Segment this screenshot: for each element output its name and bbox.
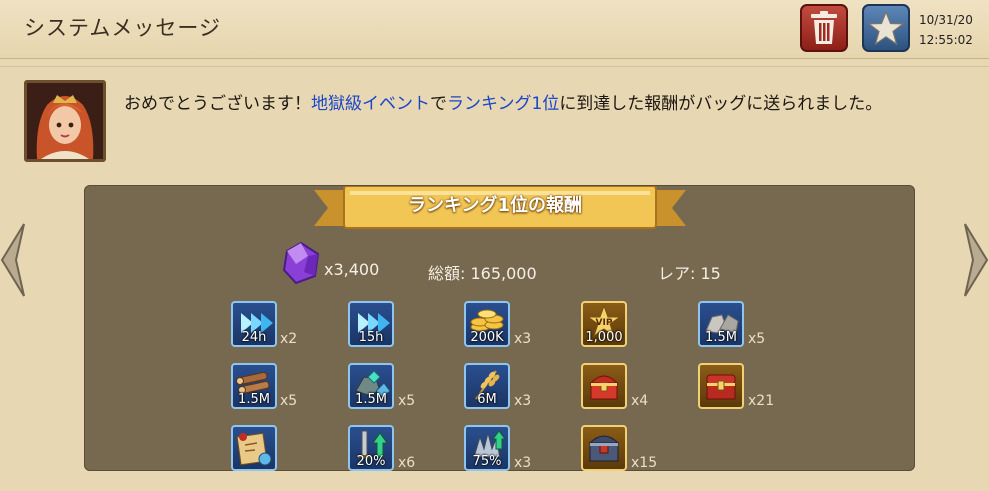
reward-item-speedup-15h[interactable]: 15h [348, 301, 394, 347]
reward-item-timber[interactable]: 1.5M [231, 363, 277, 409]
item-amount: 15h [358, 330, 384, 345]
reward-item-attack-boost[interactable]: 20% [348, 425, 394, 471]
item-amount: 1.5M [705, 330, 737, 345]
header-bar: システムメッセージ 10/31/20 12:55:02 [0, 0, 989, 59]
item-quantity: x5 [748, 331, 766, 347]
gem-icon [282, 242, 320, 284]
message-date: 10/31/20 [919, 13, 973, 27]
reward-item-scroll[interactable] [231, 425, 277, 471]
reward-item-boost[interactable]: 75% [464, 425, 510, 471]
item-quantity: x21 [748, 393, 775, 409]
arrow-right-icon[interactable] [963, 222, 989, 298]
event-link[interactable]: 地獄級イベント [311, 94, 430, 114]
item-quantity: x5 [280, 393, 298, 409]
reward-banner-title: ランキング1位の報酬 [408, 195, 582, 216]
item-amount: 200K [470, 330, 504, 345]
message-text: で [430, 94, 447, 114]
star-icon [868, 11, 904, 45]
item-amount: 1.5M [355, 392, 387, 407]
item-amount: 1.5M [238, 392, 270, 407]
item-amount: 20% [356, 454, 386, 469]
reward-item-armor-chest[interactable] [581, 425, 627, 471]
item-quantity: x5 [398, 393, 416, 409]
message-timestamp: 10/31/20 12:55:02 [919, 10, 973, 50]
item-quantity: x3 [514, 455, 532, 471]
item-amount: 6M [477, 392, 497, 407]
item-quantity: x3 [514, 331, 532, 347]
divider [0, 66, 989, 67]
arrow-left-icon[interactable] [0, 222, 26, 298]
page-title: システムメッセージ [24, 16, 221, 40]
gem-amount: x3,400 [324, 260, 380, 279]
favorite-button[interactable] [862, 4, 910, 52]
svg-text:VIP: VIP [596, 318, 613, 328]
reward-item-treasure-chest[interactable] [698, 363, 744, 409]
sender-avatar [24, 80, 106, 162]
message-text: に到達した報酬がバッグに送られました。 [559, 94, 883, 114]
treasure-chest-icon [706, 374, 736, 400]
item-quantity: x2 [280, 331, 298, 347]
reward-item-ore[interactable]: 1.5M [348, 363, 394, 409]
reward-item-stone[interactable]: 1.5M [698, 301, 744, 347]
item-amount: 1,000 [585, 330, 623, 345]
red-chest-icon [589, 375, 619, 400]
item-quantity: x4 [631, 393, 649, 409]
reward-item-food[interactable]: 6M [464, 363, 510, 409]
rarity-value: レア: 15 [658, 264, 721, 283]
message-body: おめでとうございます！地獄級イベントでランキング1位に到達した報酬がバッグに送ら… [124, 92, 914, 116]
trash-icon [811, 11, 837, 44]
item-quantity: x6 [398, 455, 416, 471]
ranking-link[interactable]: ランキング1位 [447, 94, 559, 114]
armor-chest-icon [588, 435, 620, 462]
item-amount: 24h [241, 330, 267, 345]
scroll-map-icon [236, 432, 272, 466]
reward-item-gold[interactable]: 200K [464, 301, 510, 347]
reward-item-speedup-24h[interactable]: 24h [231, 301, 277, 347]
reward-item-red-chest[interactable] [581, 363, 627, 409]
message-text: おめでとうございます！ [124, 94, 311, 114]
item-quantity: x15 [631, 455, 658, 471]
item-amount: 75% [472, 454, 502, 469]
delete-button[interactable] [800, 4, 848, 52]
item-quantity: x3 [514, 393, 532, 409]
message-time: 12:55:02 [919, 33, 973, 47]
reward-item-vip[interactable]: VIP 1,000 [581, 301, 627, 347]
total-value: 総額: 165,000 [428, 264, 537, 283]
